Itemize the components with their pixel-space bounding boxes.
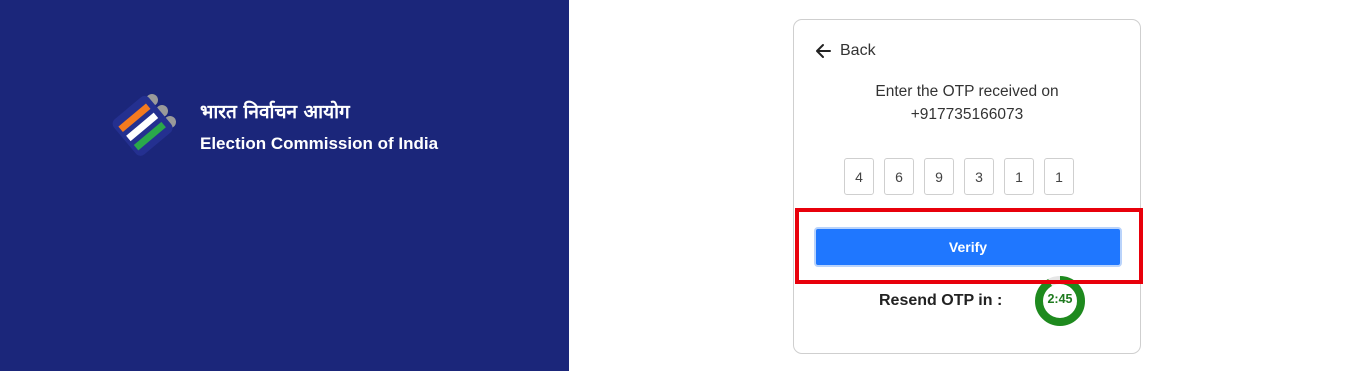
otp-digit-3[interactable] xyxy=(924,158,954,195)
timer-countdown: 2:45 xyxy=(1047,292,1073,306)
login-page: भारत निर्वाचन आयोग Election Commission o… xyxy=(0,0,1366,371)
eci-ballot-logo-icon xyxy=(106,90,182,160)
resend-otp-label: Resend OTP in : xyxy=(879,292,1003,309)
otp-digit-1[interactable] xyxy=(844,158,874,195)
brand-text: भारत निर्वाचन आयोग Election Commission o… xyxy=(200,98,438,154)
back-link[interactable]: Back xyxy=(814,42,876,60)
resend-timer: 2:45 xyxy=(1034,275,1086,327)
otp-digit-2[interactable] xyxy=(884,158,914,195)
otp-digit-6[interactable] xyxy=(1044,158,1074,195)
phone-number: +917735166073 xyxy=(910,106,1024,123)
otp-instructions: Enter the OTP received on +917735166073 xyxy=(794,80,1140,126)
arrow-left-icon xyxy=(814,42,832,60)
otp-digit-4[interactable] xyxy=(964,158,994,195)
brand-hindi-name: भारत निर्वाचन आयोग xyxy=(200,101,350,123)
brand-english-name: Election Commission of India xyxy=(200,134,439,153)
otp-message: Enter the OTP received on xyxy=(875,83,1059,100)
branding-panel: भारत निर्वाचन आयोग Election Commission o… xyxy=(0,0,569,371)
verify-button[interactable]: Verify xyxy=(814,227,1122,267)
otp-digit-5[interactable] xyxy=(1004,158,1034,195)
otp-card: Back Enter the OTP received on +91773516… xyxy=(793,19,1141,354)
back-label: Back xyxy=(840,42,876,59)
otp-input-group xyxy=(844,158,1074,195)
